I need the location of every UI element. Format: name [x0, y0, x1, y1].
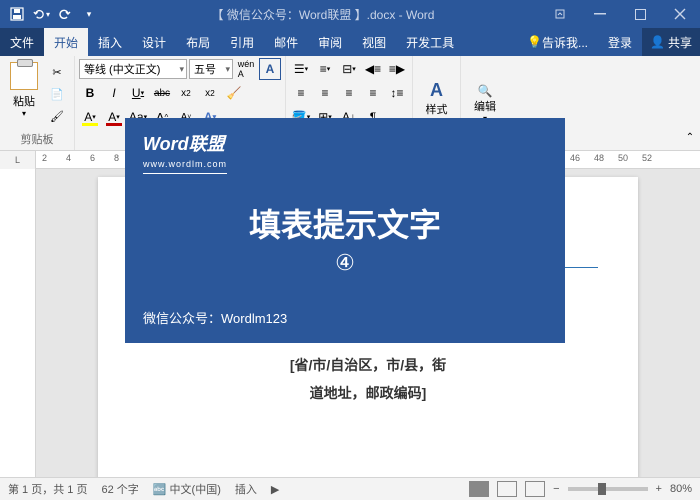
decrease-indent-button[interactable]: ◀≡ [362, 58, 384, 80]
increase-indent-button[interactable]: ≡▶ [386, 58, 408, 80]
clipboard-icon [10, 62, 38, 90]
ribbon-tabs: 文件 开始 插入 设计 布局 引用 邮件 审阅 视图 开发工具 💡 告诉我...… [0, 28, 700, 56]
tab-review[interactable]: 审阅 [308, 28, 352, 56]
maximize-button[interactable] [620, 0, 660, 28]
editing-button[interactable]: 🔍 编辑 ▾ [474, 84, 496, 123]
tab-references[interactable]: 引用 [220, 28, 264, 56]
tell-me-button[interactable]: 💡 告诉我... [517, 28, 598, 56]
doc-addr-2[interactable]: 道地址，邮政编码] [138, 383, 598, 403]
view-web-button[interactable] [525, 481, 545, 497]
bold-button[interactable]: B [79, 82, 101, 104]
superscript-button[interactable]: x2 [199, 82, 221, 104]
group-clipboard: 粘贴 ▾ ✂ 📄 🖌 剪贴板 [0, 56, 75, 150]
overlay-title: 填表提示文字 [143, 200, 547, 246]
status-insert[interactable]: 插入 [235, 481, 257, 497]
save-button[interactable] [8, 5, 26, 23]
character-border-button[interactable]: A [259, 58, 281, 80]
title-bar: ▾ ▾ 【 微信公众号：Word联盟 】.docx - Word [0, 0, 700, 28]
share-button[interactable]: 👤共享 [642, 28, 700, 56]
tab-view[interactable]: 视图 [352, 28, 396, 56]
zoom-out-button[interactable]: − [553, 483, 559, 495]
align-center-button[interactable]: ≡ [314, 82, 336, 104]
undo-button[interactable]: ▾ [32, 5, 50, 23]
ruler-corner[interactable]: L [0, 151, 36, 169]
format-painter-button[interactable]: 🖌 [46, 106, 68, 126]
tab-file[interactable]: 文件 [0, 28, 44, 56]
zoom-in-button[interactable]: + [656, 483, 662, 495]
cut-button[interactable]: ✂ [46, 62, 68, 82]
login-button[interactable]: 登录 [598, 28, 642, 56]
tab-insert[interactable]: 插入 [88, 28, 132, 56]
overlay-splash: Word联盟 www.wordlm.com 填表提示文字 ④ 微信公众号：Wor… [125, 118, 565, 343]
clear-formatting-button[interactable]: 🧹 [223, 82, 245, 104]
redo-button[interactable] [56, 5, 74, 23]
window-controls [540, 0, 700, 28]
status-macro-icon[interactable]: ▶ [271, 483, 279, 496]
italic-button[interactable]: I [103, 82, 125, 104]
paste-label: 粘贴 [13, 93, 35, 109]
overlay-number: ④ [143, 250, 547, 276]
bullets-button[interactable]: ☰▾ [290, 58, 312, 80]
collapse-ribbon-button[interactable]: ⌃ [682, 132, 698, 148]
view-read-button[interactable] [469, 481, 489, 497]
zoom-level[interactable]: 80% [670, 483, 692, 495]
paste-button[interactable]: 粘贴 ▾ [4, 58, 44, 130]
tab-home[interactable]: 开始 [44, 28, 88, 56]
subscript-button[interactable]: x2 [175, 82, 197, 104]
phonetic-guide-button[interactable]: wénA [235, 58, 257, 80]
strikethrough-button[interactable]: abc [151, 82, 173, 104]
share-label: 共享 [668, 34, 692, 51]
share-icon: 👤 [650, 35, 665, 49]
editing-label: 编辑 [474, 98, 496, 114]
copy-button[interactable]: 📄 [46, 84, 68, 104]
justify-button[interactable]: ≡ [362, 82, 384, 104]
qat-customize-button[interactable]: ▾ [80, 5, 98, 23]
ribbon-options-button[interactable] [540, 0, 580, 28]
tab-developer[interactable]: 开发工具 [396, 28, 464, 56]
view-print-button[interactable] [497, 481, 517, 497]
quick-access-toolbar: ▾ ▾ [0, 5, 106, 23]
multilevel-list-button[interactable]: ⊟▾ [338, 58, 360, 80]
status-lang[interactable]: 🔤 中文(中国) [153, 481, 221, 497]
font-size-select[interactable]: 五号 [189, 59, 233, 79]
tab-layout[interactable]: 布局 [176, 28, 220, 56]
overlay-logo: Word联盟 [143, 130, 547, 156]
clipboard-group-label: 剪贴板 [4, 130, 70, 148]
styles-label: 样式 [426, 101, 448, 117]
font-color-button[interactable]: A▾ [103, 106, 125, 128]
window-title: 【 微信公众号：Word联盟 】.docx - Word [106, 6, 540, 23]
minimize-button[interactable] [580, 0, 620, 28]
zoom-slider[interactable] [568, 487, 648, 491]
tell-me-label: 告诉我... [542, 34, 588, 51]
status-bar: 第 1 页，共 1 页 62 个字 🔤 中文(中国) 插入 ▶ − + 80% [0, 477, 700, 500]
overlay-footer: 微信公众号：Wordlm123 [143, 308, 287, 327]
align-left-button[interactable]: ≡ [290, 82, 312, 104]
status-page[interactable]: 第 1 页，共 1 页 [8, 481, 87, 497]
doc-addr-1[interactable]: [省/市/自治区，市/县，街 [138, 355, 598, 375]
underline-button[interactable]: U▾ [127, 82, 149, 104]
search-icon: 🔍 [474, 84, 496, 98]
tab-mailings[interactable]: 邮件 [264, 28, 308, 56]
close-button[interactable] [660, 0, 700, 28]
font-family-select[interactable]: 等线 (中文正文) [79, 59, 187, 79]
overlay-logo-url: www.wordlm.com [143, 159, 227, 174]
numbering-button[interactable]: ≡▾ [314, 58, 336, 80]
align-right-button[interactable]: ≡ [338, 82, 360, 104]
tab-design[interactable]: 设计 [132, 28, 176, 56]
ruler-vertical[interactable] [0, 169, 36, 479]
highlight-button[interactable]: A▾ [79, 106, 101, 128]
status-words[interactable]: 62 个字 [101, 481, 138, 497]
line-spacing-button[interactable]: ↕≡ [386, 82, 408, 104]
